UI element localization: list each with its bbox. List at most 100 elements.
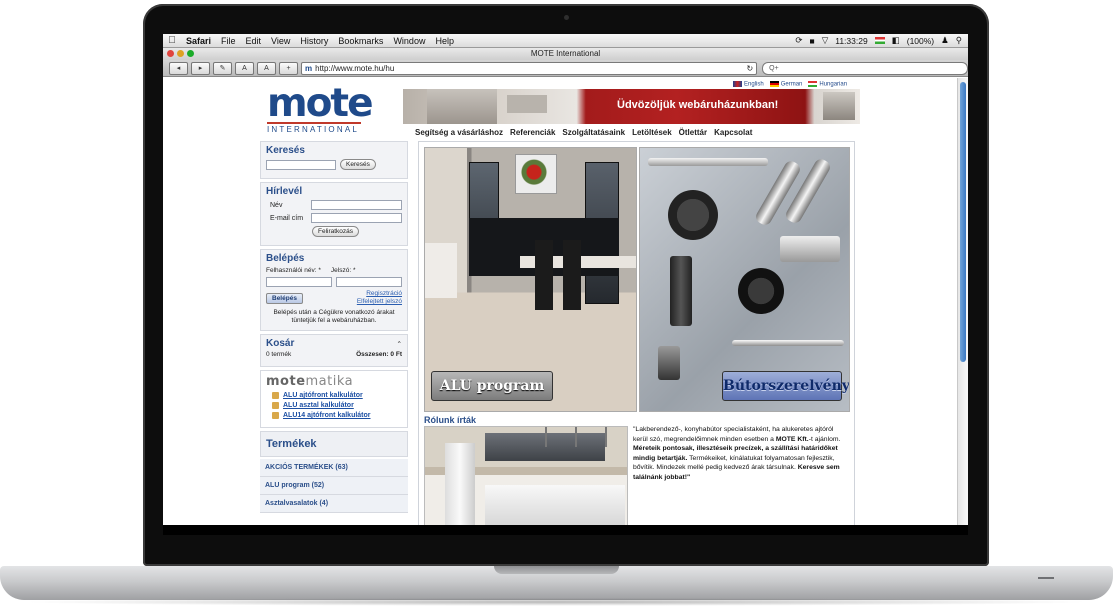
testimonial-quote: "Lakberendező-, konyhabútor specialistak… [633,426,841,481]
testimonials-title: Rólunk írták [424,415,477,425]
minimize-icon[interactable] [177,50,184,57]
calculator-link[interactable]: ALU asztal kalkulátor [272,402,402,409]
email-label: E-mail cím [270,214,304,222]
subscribe-button[interactable]: Feliratkozás [312,226,360,237]
category-item[interactable]: ALU program (52) [260,477,408,495]
menu-safari[interactable]: Safari [181,36,216,46]
nav-services[interactable]: Szolgáltatásaink [562,128,625,137]
nav-references[interactable]: Referenciák [510,128,555,137]
camera [564,15,569,20]
zoom-icon[interactable] [187,50,194,57]
login-button[interactable]: Belépés [266,292,303,304]
edit-icon[interactable]: ✎ [213,61,232,75]
username-label: Felhasználói név: * [266,267,321,274]
sleep-light [1038,577,1054,579]
name-label: Név [270,201,283,209]
login-info: Belépés után a Cégükre vonatkozó árakat … [273,309,395,324]
forgot-password-link[interactable]: Elfelejtett jelszó [357,298,402,306]
nav-downloads[interactable]: Letöltések [632,128,672,137]
clock[interactable]: 11:33:29 [835,36,867,46]
nav-contact[interactable]: Kapcsolat [714,128,752,137]
search-input[interactable] [266,159,336,170]
wifi-icon[interactable]: ▽ [822,35,829,46]
furniture-leg-image [670,256,692,326]
lang-english[interactable]: English [733,81,764,88]
cart-total: Összesen: 0 Ft [356,351,402,358]
search-button[interactable]: Keresés [340,159,376,170]
search-title: Keresés [266,145,305,156]
language-switcher: English German Hungarian [733,81,847,88]
lang-german[interactable]: German [769,81,802,88]
menu-help[interactable]: Help [430,36,459,46]
lang-hungarian[interactable]: Hungarian [808,81,847,88]
login-panel: Belépés Felhasználói név: * Jelszó: * Be… [260,249,408,331]
nav-help[interactable]: Segítség a vásárláshoz [415,128,503,137]
category-item[interactable]: Asztalvasalatok (4) [260,495,408,513]
forward-button[interactable]: ▸ [191,61,210,75]
newsletter-title: Hírlevél [266,186,303,197]
banner-fixture-image [507,95,547,113]
handle-image [732,340,844,346]
font-smaller-button[interactable]: A [235,61,254,75]
calculator-link[interactable]: ALU ajtófront kalkulátor [272,392,402,399]
sync-icon[interactable]: ⟳ [795,35,802,46]
menu-edit[interactable]: Edit [241,36,267,46]
login-title: Belépés [266,253,305,264]
window-title: MOTE International [530,49,601,58]
chair-image [563,240,581,310]
top-navigation: Segítség a vásárláshoz Referenciák Szolg… [415,128,752,137]
display-icon[interactable]: ■ [810,36,815,46]
address-bar[interactable]: m http://www.mote.hu/hu ↻ [301,61,758,75]
sidebar: Keresés Keresés Hírlevél Név E-mail cím … [260,141,408,513]
calculator-link[interactable]: ALU14 ajtófront kalkulátor [272,412,402,419]
font-larger-button[interactable]: A [257,61,276,75]
logo-text: mote [267,81,374,126]
input-flag-icon[interactable] [874,37,885,44]
cart-panel: Kosár ⌃ 0 termék Összesen: 0 Ft [260,334,408,367]
browser-search-field[interactable]: Q+ [762,61,968,75]
apple-icon[interactable]:  [163,35,181,46]
username-field[interactable] [266,277,332,287]
mote-logo[interactable]: mote INTERNATIONAL [267,81,374,134]
poppy-painting-image [515,154,557,194]
back-button[interactable]: ◂ [169,61,188,75]
reload-icon[interactable]: ↻ [746,63,756,74]
cart-title: Kosár [266,338,295,349]
url-text[interactable]: http://www.mote.hu/hu [315,63,394,74]
name-field[interactable] [311,200,402,210]
menu-bookmarks[interactable]: Bookmarks [333,36,388,46]
alu-program-label[interactable]: ALU program [431,371,553,401]
menu-history[interactable]: History [295,36,333,46]
sofa-image [425,243,457,298]
password-field[interactable] [336,277,402,287]
register-link[interactable]: Regisztráció [357,290,402,298]
email-field[interactable] [311,213,402,223]
window-controls [167,50,194,57]
volume-icon[interactable]: ◧ [892,35,900,46]
menu-window[interactable]: Window [388,36,430,46]
menu-file[interactable]: File [216,36,241,46]
nav-ideas[interactable]: Ötlettár [679,128,707,137]
spotlight-icon[interactable]: ⚲ [956,35,962,46]
cable-grommet-image [668,190,718,240]
favicon-icon: m [305,63,313,73]
fridge [445,443,475,525]
close-icon[interactable] [167,50,174,57]
castor-wheel-image [738,268,784,314]
furniture-fittings-label[interactable]: Bútorszerelvények [722,371,849,401]
scrollbar-thumb[interactable] [960,82,966,362]
vertical-scrollbar[interactable] [957,78,968,525]
add-bookmark-button[interactable]: + [279,61,298,75]
alu-program-tile[interactable]: ALU program [424,147,637,412]
category-item[interactable]: AKCIÓS TERMÉKEK (63) [260,459,408,477]
password-label: Jelszó: * [330,267,356,274]
products-title: Termékek [260,431,408,457]
screen:  Safari File Edit View History Bookmark… [163,34,968,525]
battery-label[interactable]: (100%) [907,36,934,46]
furniture-fittings-tile[interactable]: Bútorszerelvények [639,147,850,412]
banner-shelf-image [427,89,497,124]
user-icon[interactable]: ♟ [941,35,949,46]
counter [485,485,625,525]
menu-view[interactable]: View [266,36,295,46]
cart-collapse-icon[interactable]: ⌃ [397,340,402,348]
